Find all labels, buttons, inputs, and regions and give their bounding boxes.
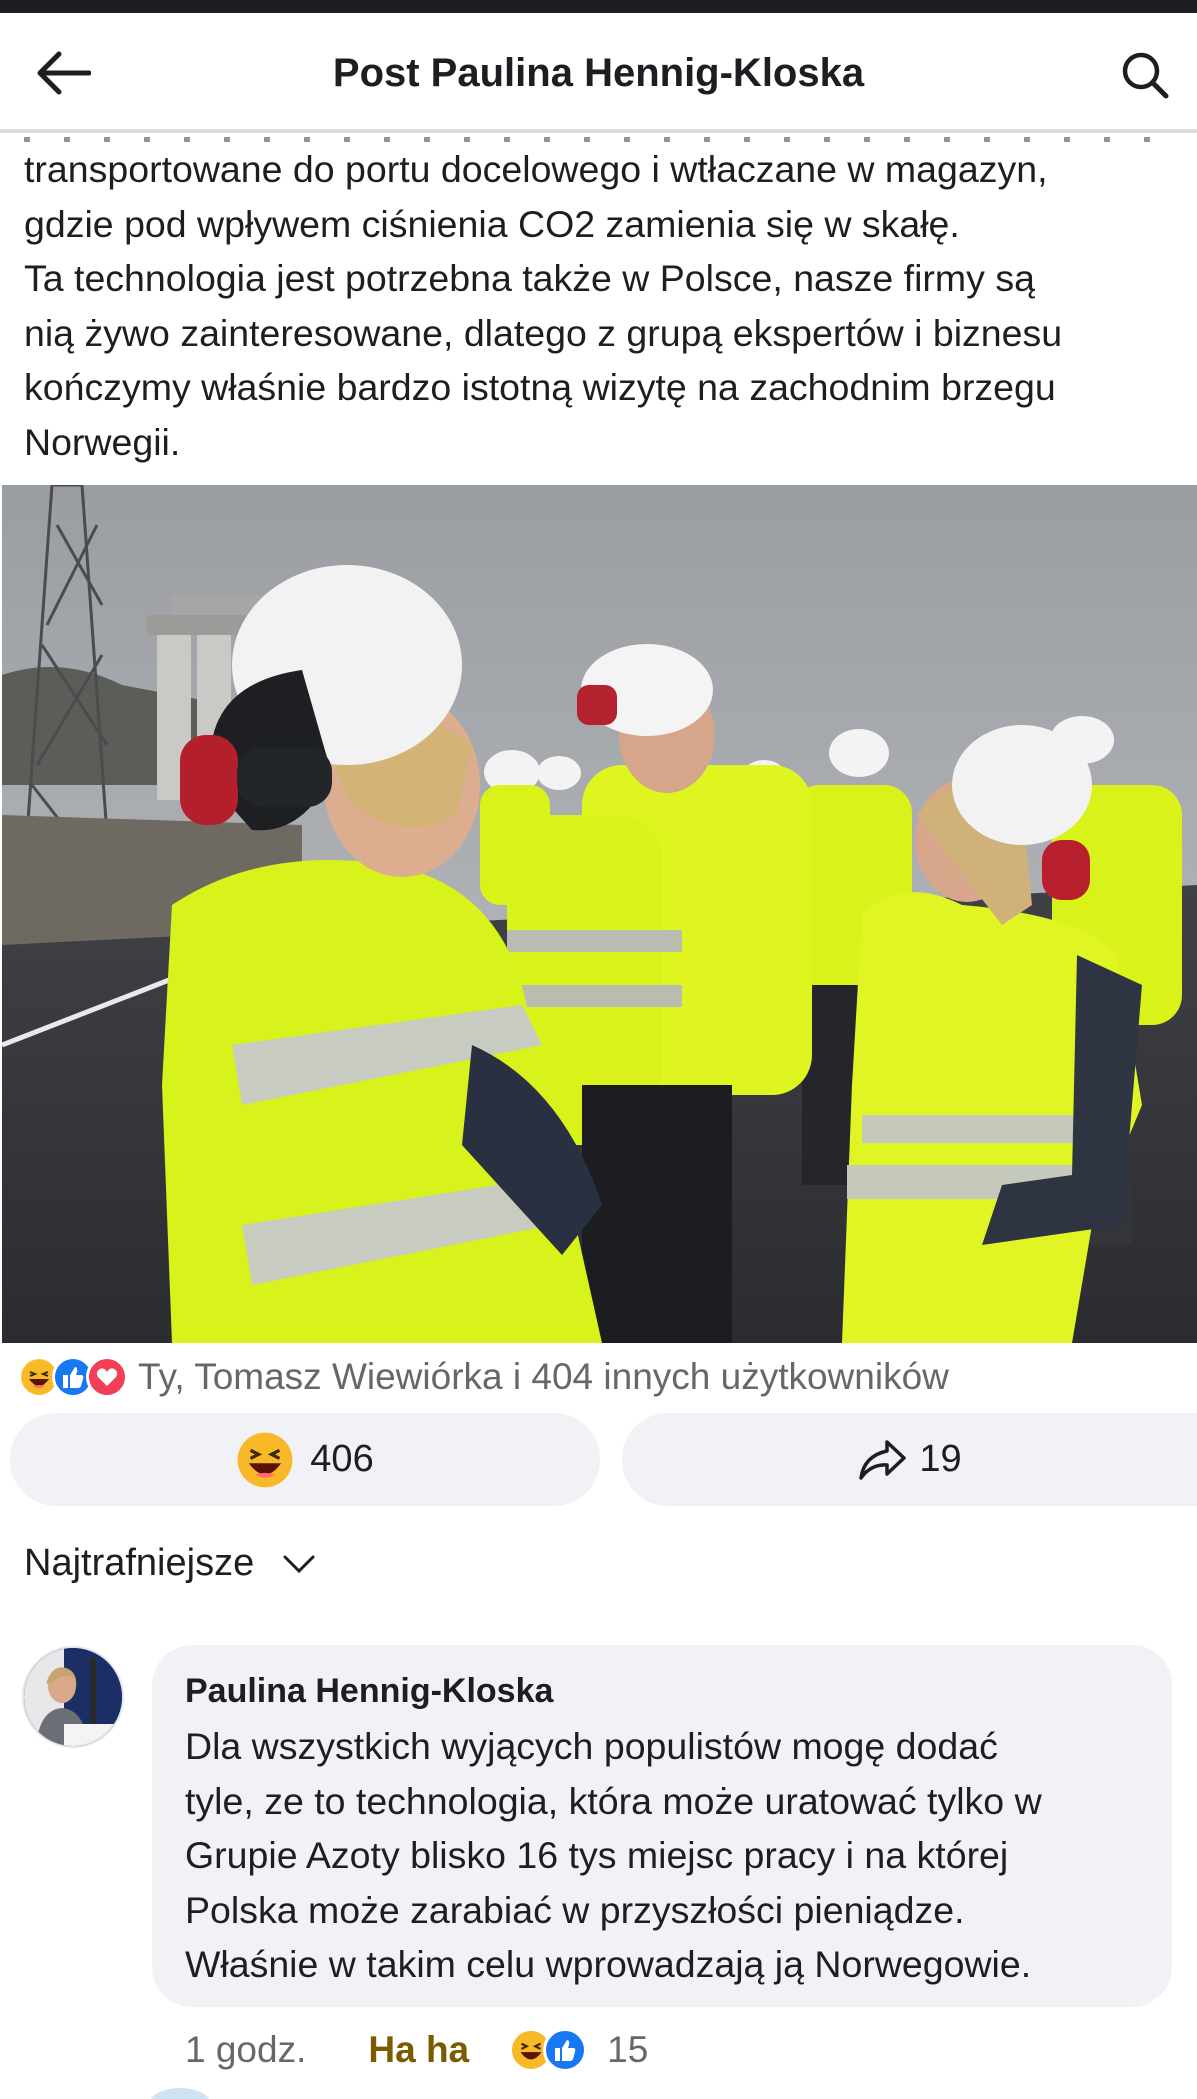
- share-button[interactable]: 19: [622, 1413, 1197, 1506]
- post-text-line: Norwegii.: [24, 420, 181, 463]
- comment-text-line: Grupie Azoty blisko 16 tys miejsc pracy …: [185, 1834, 1009, 1876]
- haha-icon: [237, 1432, 293, 1487]
- comment-text-line: tyle, ze to technologia, która może urat…: [185, 1779, 1042, 1822]
- comment-reaction-icons[interactable]: [509, 2028, 588, 2072]
- post-text-line: kończymy właśnie bardzo istotną wizytę n…: [24, 366, 1056, 408]
- comment-meta: 1 godz. Ha ha 15: [185, 2025, 648, 2075]
- next-comment-avatar: [150, 2088, 210, 2099]
- reactions-summary[interactable]: Ty, Tomasz Wiewiórka i 404 innych użytko…: [18, 1350, 949, 1404]
- comment-text-line: Dla wszystkich wyjących populistów mogę …: [185, 1725, 998, 1767]
- comment-time[interactable]: 1 godz.: [185, 2029, 306, 2071]
- comment-sort-dropdown[interactable]: Najtrafniejsze: [24, 1542, 316, 1585]
- comment-reaction-count: 15: [607, 2029, 649, 2070]
- post-text-line: gdzie pod wpływem ciśnienia CO2 zamienia…: [24, 202, 960, 245]
- avatar[interactable]: [22, 1646, 124, 1748]
- search-button[interactable]: [1115, 45, 1175, 105]
- react-count: 406: [310, 1438, 374, 1480]
- sort-label: Najtrafniejsze: [24, 1542, 255, 1584]
- page-title: Post Paulina Hennig-Kloska: [332, 51, 865, 95]
- comment-text-line: Właśnie w takim celu wprowadzają ją Norw…: [185, 1943, 1032, 1985]
- photo-illustration: [2, 485, 1197, 1343]
- post-photo[interactable]: [2, 485, 1197, 1343]
- reactions-summary-text: Ty, Tomasz Wiewiórka i 404 innych użytko…: [138, 1356, 949, 1397]
- post-text-line: nią żywo zainteresowane, dlatego z grupą…: [24, 311, 1063, 354]
- post-text: transportowane do portu docelowego i wtł…: [24, 142, 1184, 469]
- comment-reaction-button[interactable]: Ha ha: [368, 2029, 469, 2071]
- reaction-icons: [18, 1356, 128, 1398]
- comment-text: Dla wszystkich wyjących populistów mogę …: [185, 1719, 1140, 1992]
- love-icon: [86, 1356, 128, 1398]
- search-icon: [1122, 52, 1169, 99]
- share-count: 19: [919, 1438, 962, 1480]
- comment-text-line: Polska może zarabiać w przyszłości pieni…: [185, 1888, 965, 1931]
- chevron-down-icon: [283, 1555, 315, 1573]
- post-text-line: Ta technologia jest potrzebna także w Po…: [24, 257, 1035, 299]
- comment-author[interactable]: Paulina Hennig-Kloska: [185, 1669, 1140, 1713]
- like-icon: [543, 2028, 588, 2072]
- comment-bubble[interactable]: Paulina Hennig-Kloska Dla wszystkich wyj…: [152, 1645, 1172, 2007]
- post-text-line: transportowane do portu docelowego i wtł…: [24, 148, 1048, 190]
- top-bar: Post Paulina Hennig-Kloska: [0, 13, 1197, 133]
- share-arrow-icon: [859, 1439, 907, 1480]
- react-button[interactable]: 406: [10, 1413, 600, 1506]
- status-bar: [0, 0, 1197, 13]
